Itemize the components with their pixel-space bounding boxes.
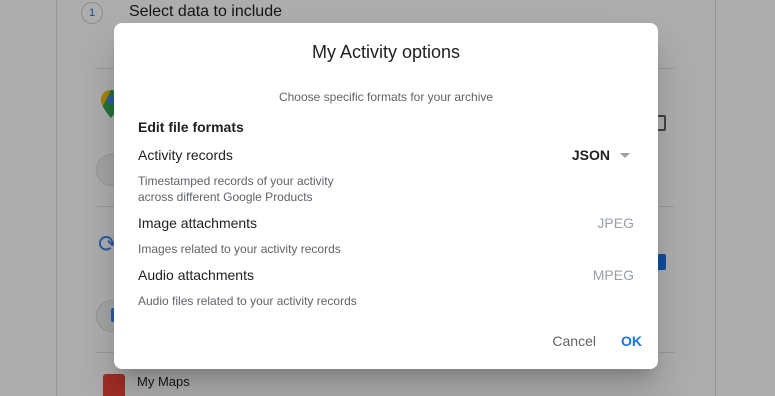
audio-format-value: MPEG [592, 267, 634, 283]
ok-button[interactable]: OK [621, 333, 642, 349]
description-line: Timestamped records of your activity [138, 174, 334, 188]
cancel-button[interactable]: Cancel [552, 333, 596, 349]
selected-format: JSON [571, 147, 610, 163]
activity-records-description: Timestamped records of your activity acr… [138, 173, 378, 205]
description-line: across different Google Products [138, 190, 313, 204]
image-format-value: JPEG [597, 215, 634, 231]
audio-attachments-description: Audio files related to your activity rec… [138, 293, 378, 309]
dropdown-arrow-icon [620, 152, 630, 158]
image-attachments-label: Image attachments [138, 215, 258, 231]
dialog-title: My Activity options [311, 42, 461, 62]
image-attachments-description: Images related to your activity records [138, 241, 378, 257]
activity-options-dialog: My Activity options Choose specific form… [114, 23, 658, 369]
description-line: Audio files related to your activity rec… [138, 294, 357, 308]
description-line: Images related to your activity records [138, 242, 341, 256]
audio-attachments-label: Audio attachments [138, 267, 254, 283]
activity-records-label: Activity records [138, 147, 233, 163]
dialog-subtitle: Choose specific formats for your archive [278, 90, 494, 104]
activity-records-format-dropdown[interactable]: JSON [572, 147, 630, 163]
section-heading: Edit file formats [138, 119, 244, 135]
